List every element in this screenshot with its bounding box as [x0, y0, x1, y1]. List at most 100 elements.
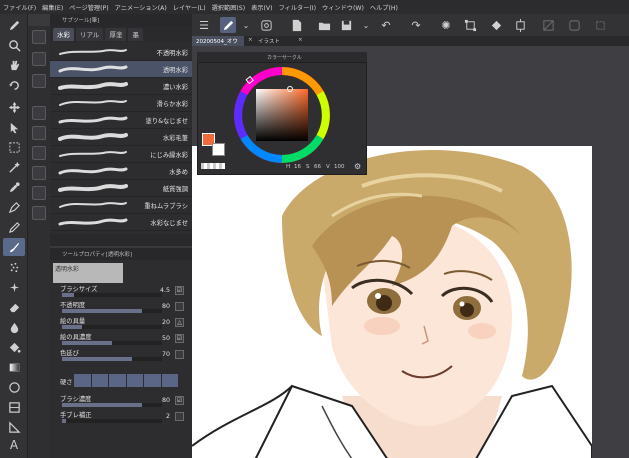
property-slider[interactable]: [62, 341, 162, 345]
property-value[interactable]: 70: [162, 351, 170, 358]
brush-icon[interactable]: [3, 238, 25, 256]
menu-filter[interactable]: フィルター(I): [279, 3, 316, 12]
close-icon[interactable]: ×: [244, 36, 253, 46]
menu-selection[interactable]: 選択範囲(S): [212, 3, 246, 12]
brush-group-icon[interactable]: [32, 52, 46, 66]
tab-ink[interactable]: 墨: [128, 27, 143, 41]
move-icon[interactable]: [3, 98, 25, 116]
menu-edit[interactable]: 編集(E): [42, 3, 63, 12]
hand-icon[interactable]: [3, 56, 25, 74]
color-wheel[interactable]: [232, 65, 332, 165]
brush-group-icon[interactable]: [32, 30, 46, 44]
pressure-toggle[interactable]: ☑: [175, 334, 184, 343]
layer-group-icon[interactable]: [32, 126, 46, 140]
operation-icon[interactable]: [3, 118, 25, 136]
layer-group-icon[interactable]: [32, 206, 46, 220]
ruler-icon[interactable]: [3, 418, 25, 436]
eraser-icon[interactable]: [3, 298, 25, 316]
brush-item[interactable]: 不透明水彩: [50, 44, 192, 61]
fill-icon[interactable]: [3, 338, 25, 356]
property-value[interactable]: 80: [162, 303, 170, 310]
brush-item[interactable]: 水多め: [50, 163, 192, 180]
layer-group-icon[interactable]: [32, 146, 46, 160]
property-slider[interactable]: [62, 403, 162, 407]
pen-icon[interactable]: [3, 16, 25, 34]
brush-item[interactable]: 濃い水彩: [50, 78, 192, 95]
tab-real[interactable]: リアル: [76, 27, 104, 41]
decoration-icon[interactable]: [3, 278, 25, 296]
menu-view[interactable]: 表示(V): [251, 3, 272, 12]
sub-color-swatch[interactable]: [212, 143, 225, 156]
tab-watercolor[interactable]: 水彩: [53, 27, 74, 41]
brush-item[interactable]: 水彩毛筆: [50, 129, 192, 146]
figure-icon[interactable]: [3, 378, 25, 396]
tab-thick[interactable]: 厚塗: [105, 27, 127, 41]
brush-item[interactable]: 水彩なじませ: [50, 214, 192, 231]
layer-group-icon[interactable]: [32, 186, 46, 200]
settings-icon[interactable]: ⚙: [354, 162, 361, 171]
menu-page[interactable]: ページ管理(P): [69, 3, 108, 12]
pressure-toggle[interactable]: ☑: [175, 396, 184, 405]
zoom-icon[interactable]: [3, 36, 25, 54]
pen-tool-icon[interactable]: [3, 198, 25, 216]
menu-icon[interactable]: ☰: [196, 17, 212, 33]
undo-icon[interactable]: ↶: [378, 17, 394, 33]
property-slider[interactable]: [62, 325, 162, 329]
brush-item[interactable]: 紙質強調: [50, 180, 192, 197]
brush-item[interactable]: にじみ縁水彩: [50, 146, 192, 163]
chevron-down-icon[interactable]: ⌄: [358, 17, 374, 33]
airbrush-icon[interactable]: [3, 258, 25, 276]
menu-layer[interactable]: レイヤー(L): [173, 3, 206, 12]
property-value[interactable]: 2: [166, 413, 170, 420]
pressure-toggle[interactable]: [175, 350, 184, 359]
close-icon[interactable]: ×: [294, 36, 303, 46]
menu-help[interactable]: ヘルプ(H): [370, 3, 398, 12]
tab-illust[interactable]: イラスト: [254, 36, 284, 46]
menu-animation[interactable]: アニメーション(A): [115, 3, 167, 12]
property-slider[interactable]: [62, 419, 162, 423]
layer-group-icon[interactable]: [32, 166, 46, 180]
pressure-toggle[interactable]: [175, 412, 184, 421]
spinner-icon[interactable]: ✺: [438, 17, 454, 33]
tab-document[interactable]: 20200504_オウィ: [192, 36, 244, 53]
new-file-icon[interactable]: [288, 17, 304, 33]
hardness-selector[interactable]: [74, 374, 178, 387]
clear-icon[interactable]: [540, 17, 556, 33]
pressure-toggle[interactable]: ☑: [175, 286, 184, 295]
chevron-down-icon[interactable]: ⌄: [238, 17, 254, 33]
crop-selection-icon[interactable]: [592, 17, 608, 33]
property-value[interactable]: 20: [162, 319, 170, 326]
open-folder-icon[interactable]: [316, 17, 332, 33]
menu-window[interactable]: ウィンドウ(W): [322, 3, 364, 12]
brush-settings-icon[interactable]: [220, 17, 236, 33]
brush-item[interactable]: 重ねムラブラシ: [50, 197, 192, 214]
pressure-toggle[interactable]: △: [175, 318, 184, 327]
canvas-paper[interactable]: [192, 146, 593, 458]
brush-item[interactable]: 透明水彩: [50, 61, 192, 78]
transform-icon[interactable]: [462, 17, 478, 33]
layers-icon[interactable]: [258, 17, 274, 33]
layer-group-icon[interactable]: [32, 106, 46, 120]
text-icon[interactable]: A: [3, 436, 25, 454]
menu-file[interactable]: ファイル(F): [3, 3, 36, 12]
property-slider[interactable]: [62, 309, 162, 313]
save-icon[interactable]: [338, 17, 354, 33]
property-value[interactable]: 50: [162, 335, 170, 342]
select-icon[interactable]: [566, 17, 582, 33]
brush-item[interactable]: 塗り&なじませ: [50, 112, 192, 129]
blend-icon[interactable]: [3, 318, 25, 336]
property-value[interactable]: 80: [162, 397, 170, 404]
brush-item[interactable]: 滑らか水彩: [50, 95, 192, 112]
pressure-toggle[interactable]: [175, 302, 184, 311]
magic-wand-icon[interactable]: [3, 158, 25, 176]
brush-group-icon[interactable]: [32, 74, 46, 88]
selection-icon[interactable]: [3, 138, 25, 156]
frame-icon[interactable]: [3, 398, 25, 416]
redo-icon[interactable]: ↷: [408, 17, 424, 33]
property-slider[interactable]: [62, 357, 162, 361]
gradient-icon[interactable]: [3, 358, 25, 376]
rotate-icon[interactable]: [3, 76, 25, 94]
fill-selection-icon[interactable]: [488, 17, 504, 33]
property-slider[interactable]: [62, 293, 162, 297]
eyedropper-icon[interactable]: [3, 178, 25, 196]
